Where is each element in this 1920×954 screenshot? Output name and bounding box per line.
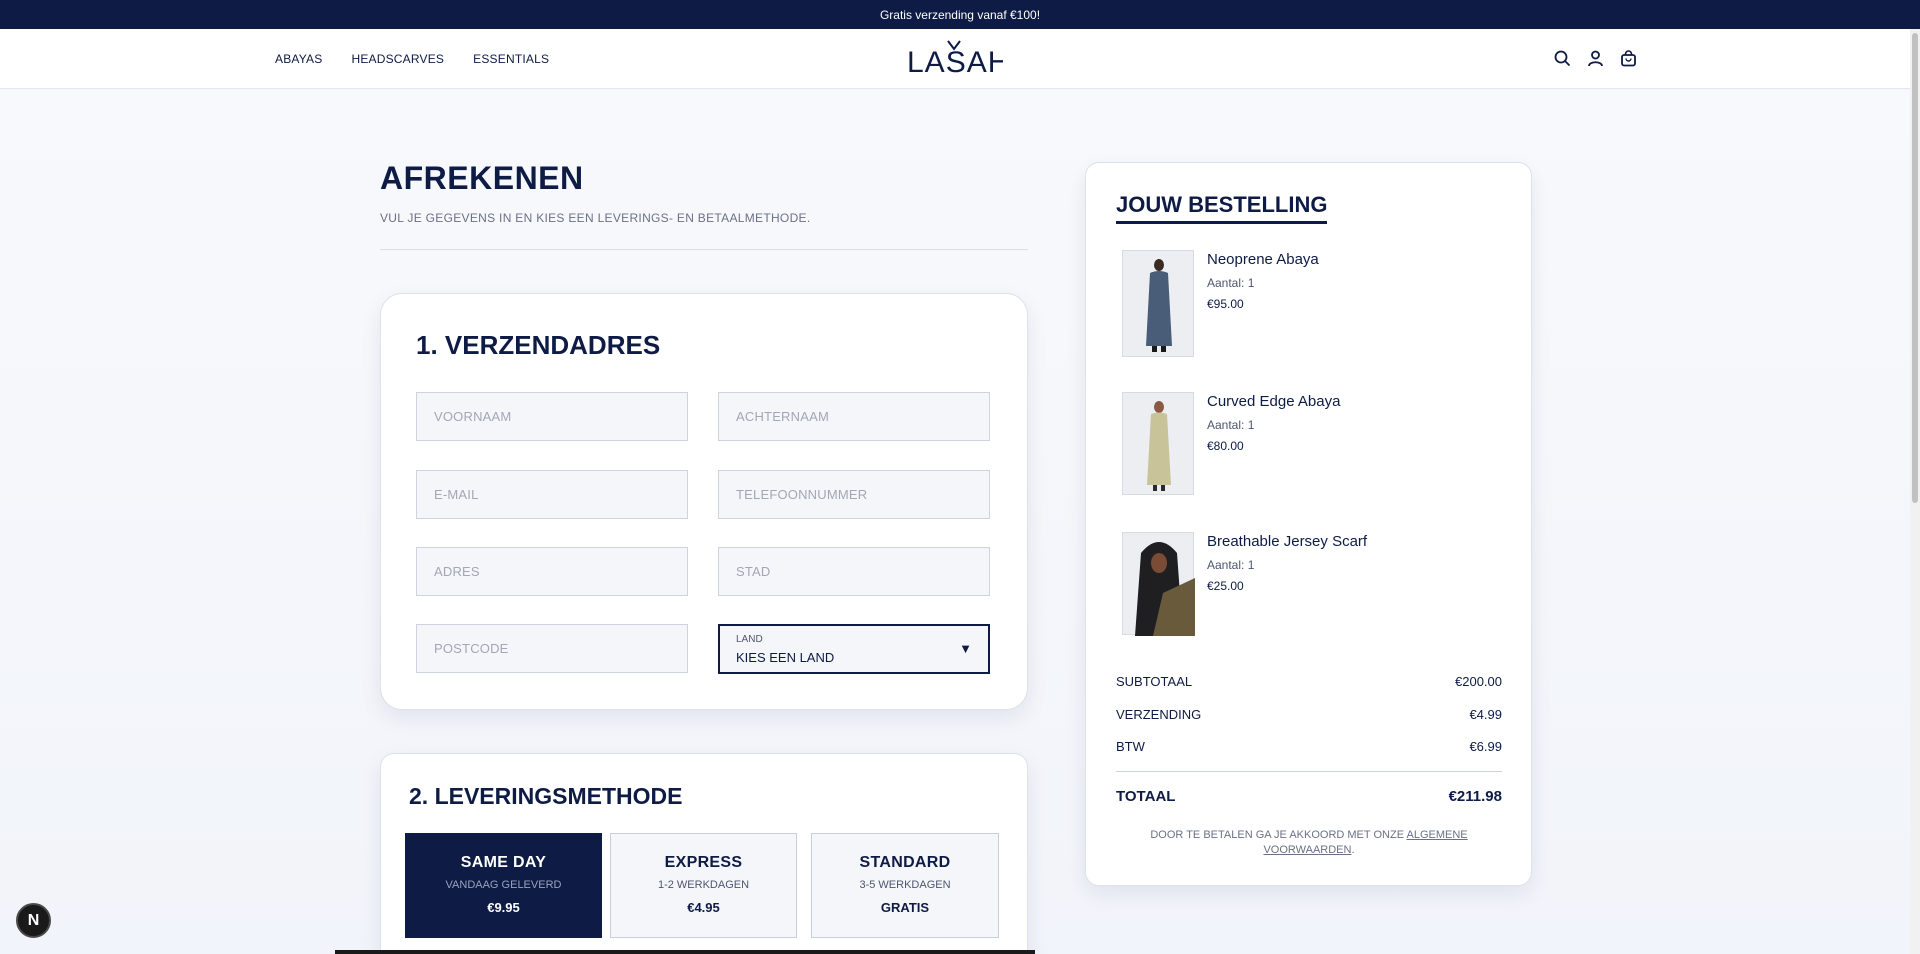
- search-icon[interactable]: [1552, 47, 1572, 69]
- brand-logo[interactable]: LASAH: [907, 39, 1009, 79]
- subtotal-value: €200.00: [1455, 674, 1502, 689]
- delivery-option-price: €4.95: [687, 900, 720, 915]
- terms-prefix: DOOR TE BETALEN GA JE AKKOORD MET ONZE: [1150, 829, 1407, 841]
- header-icons: [1552, 47, 1638, 69]
- delivery-option-price: GRATIS: [880, 900, 930, 915]
- delivery-option-price: €9.95: [487, 900, 520, 915]
- cart-icon[interactable]: [1618, 47, 1638, 69]
- terms-suffix: .: [1351, 844, 1355, 856]
- dev-tools-badge[interactable]: N: [16, 903, 51, 938]
- nav-item-essentials[interactable]: ESSENTIALS: [473, 52, 549, 66]
- order-item-name: Curved Edge Abaya: [1207, 393, 1341, 410]
- order-item-price: €80.00: [1207, 439, 1244, 453]
- announcement-text: Gratis verzending vanaf €100!: [879, 7, 1041, 22]
- email-field[interactable]: [416, 470, 688, 519]
- order-item-qty: Aantal: 1: [1207, 418, 1255, 432]
- site-header: ABAYAS HEADSCARVES ESSENTIALS LASAH: [0, 29, 1910, 89]
- postcode-field[interactable]: [416, 624, 688, 673]
- nav-item-abayas[interactable]: ABAYAS: [275, 52, 322, 66]
- delivery-option-same-day[interactable]: SAME DAY VANDAAG GELEVERD €9.95: [405, 833, 602, 938]
- tax-value: €6.99: [1469, 739, 1502, 754]
- subtotal-row: SUBTOTAAL €200.00: [1116, 674, 1502, 689]
- main-nav: ABAYAS HEADSCARVES ESSENTIALS: [275, 29, 549, 89]
- shipping-address-title: 1. VERZENDADRES: [416, 330, 661, 360]
- order-item-name: Breathable Jersey Scarf: [1207, 533, 1368, 550]
- tax-label: BTW: [1116, 739, 1145, 754]
- tax-row: BTW €6.99: [1116, 739, 1502, 754]
- product-image: [1122, 392, 1194, 495]
- title-divider: [380, 249, 1028, 250]
- last-name-field[interactable]: [718, 392, 990, 441]
- delivery-option-standard[interactable]: STANDARD 3-5 WERKDAGEN GRATIS: [811, 833, 999, 938]
- country-select-value: KIES EEN LAND: [736, 650, 835, 665]
- order-item-price: €25.00: [1207, 579, 1244, 593]
- order-summary-title: JOUW BESTELLING: [1116, 192, 1328, 224]
- first-name-field[interactable]: [416, 392, 688, 441]
- delivery-option-time: VANDAAG GELEVERD: [445, 879, 562, 891]
- page-scrollbar-thumb[interactable]: [1912, 33, 1918, 503]
- delivery-option-express[interactable]: EXPRESS 1-2 WERKDAGEN €4.95: [610, 833, 797, 938]
- delivery-method-card: 2. LEVERINGSMETHODE SAME DAY VANDAAG GEL…: [380, 753, 1028, 954]
- delivery-option-name: SAME DAY: [460, 854, 547, 871]
- delivery-option-time: 3-5 WERKDAGEN: [859, 879, 951, 891]
- order-item-name: Neoprene Abaya: [1207, 251, 1319, 268]
- shipping-row: VERZENDING €4.99: [1116, 707, 1502, 722]
- caret-down-icon: ▼: [959, 641, 972, 656]
- order-item[interactable]: Curved Edge Abaya Aantal: 1 €80.00: [1122, 392, 1502, 496]
- order-item[interactable]: Neoprene Abaya Aantal: 1 €95.00: [1122, 250, 1502, 358]
- total-row: TOTAAL €211.98: [1116, 788, 1502, 805]
- city-field[interactable]: [718, 547, 990, 596]
- order-summary-card: JOUW BESTELLING Neoprene Abaya Aantal: 1…: [1085, 162, 1532, 886]
- delivery-option-name: STANDARD: [859, 854, 951, 871]
- announcement-bar: Gratis verzending vanaf €100!: [0, 0, 1920, 29]
- order-item-qty: Aantal: 1: [1207, 276, 1255, 290]
- summary-divider: [1116, 771, 1502, 772]
- order-item[interactable]: Breathable Jersey Scarf Aantal: 1 €25.00: [1122, 532, 1502, 636]
- product-image: [1122, 250, 1194, 357]
- account-icon[interactable]: [1585, 47, 1605, 69]
- country-select[interactable]: LAND KIES EEN LAND ▼: [718, 624, 990, 674]
- total-label: TOTAAL: [1116, 788, 1176, 805]
- terms-notice: DOOR TE BETALEN GA JE AKKOORD MET ONZE A…: [1126, 828, 1492, 858]
- nav-item-headscarves[interactable]: HEADSCARVES: [351, 52, 444, 66]
- address-field[interactable]: [416, 547, 688, 596]
- delivery-option-name: EXPRESS: [664, 854, 743, 871]
- shipping-value: €4.99: [1469, 707, 1502, 722]
- shipping-label: VERZENDING: [1116, 707, 1202, 722]
- order-item-qty: Aantal: 1: [1207, 558, 1255, 572]
- shipping-address-card: 1. VERZENDADRES LAND KIES EEN LAND ▼: [380, 293, 1028, 710]
- delivery-option-time: 1-2 WERKDAGEN: [657, 879, 750, 891]
- page-subtitle: VUL JE GEGEVENS IN EN KIES EEN LEVERINGS…: [380, 211, 811, 225]
- product-image: [1122, 532, 1195, 636]
- subtotal-label: SUBTOTAAL: [1116, 674, 1193, 689]
- order-item-price: €95.00: [1207, 297, 1244, 311]
- country-select-label: LAND: [736, 634, 763, 645]
- bottom-edge-strip: [335, 950, 1035, 954]
- delivery-method-title: 2. LEVERINGSMETHODE: [409, 783, 683, 809]
- brand-logo-graphic: LASAH: [907, 40, 1009, 79]
- total-value: €211.98: [1448, 788, 1502, 805]
- phone-field[interactable]: [718, 470, 990, 519]
- page-title: AFREKENEN: [380, 160, 584, 196]
- brand-logo-text: LASAH: [907, 46, 1003, 79]
